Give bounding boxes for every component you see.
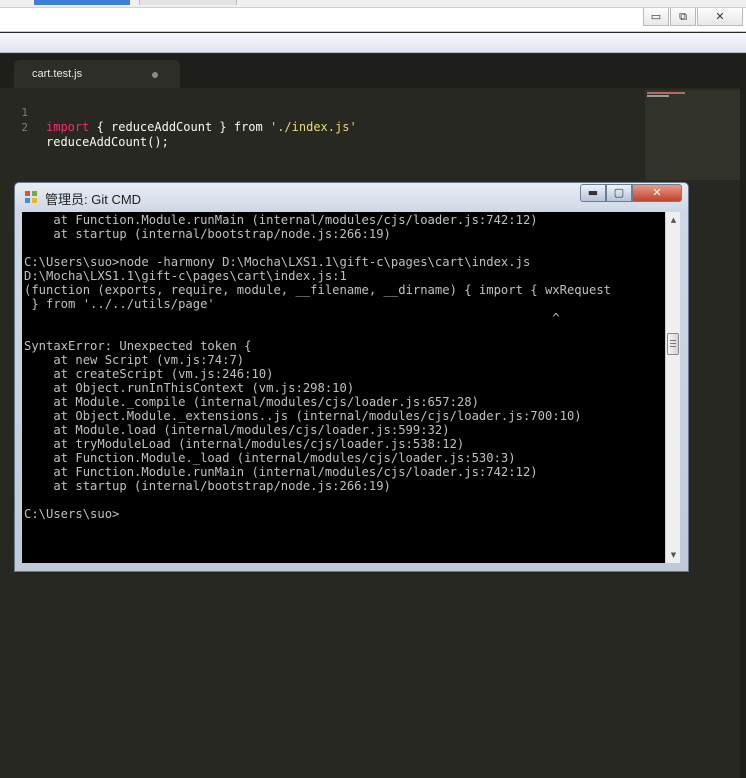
outer-restore-button[interactable]: ⧉: [670, 8, 696, 26]
console-scrollbar[interactable]: ▲ ▼: [665, 212, 680, 563]
git-cmd-title: 管理员: Git CMD: [45, 192, 142, 207]
cmd-close-button[interactable]: ✕: [632, 184, 682, 202]
outer-close-button[interactable]: ✕: [697, 8, 743, 26]
minimize-icon: ▬: [587, 186, 599, 199]
grip-line: [670, 343, 676, 344]
string-token: './index.js': [269, 120, 357, 134]
scroll-thumb[interactable]: [667, 333, 679, 355]
editor-tab-bar: cart.test.js: [0, 54, 746, 88]
close-icon: ✕: [715, 10, 725, 23]
top-tab-active[interactable]: [34, 0, 130, 5]
git-logo-icon: [25, 191, 37, 203]
cmd-minimize-button[interactable]: ▬: [580, 184, 606, 202]
line-number: 2: [21, 121, 28, 134]
unsaved-dot-icon[interactable]: [152, 72, 158, 78]
line-text: import { reduceAddCount } from './index.…: [46, 120, 357, 135]
outer-minimize-button[interactable]: ▭: [643, 8, 669, 26]
scroll-down-arrow-icon[interactable]: ▼: [666, 548, 681, 562]
code-line: 1 import { reduceAddCount } from './inde…: [0, 90, 740, 134]
console-output[interactable]: at Function.Module.runMain (internal/mod…: [22, 212, 665, 563]
code-line: 2 reduceAddCount();: [0, 105, 740, 149]
minimize-icon: ▭: [650, 10, 662, 23]
console-text: at Function.Module.runMain (internal/mod…: [24, 213, 611, 521]
plain-token: { reduceAddCount } from: [89, 120, 270, 134]
keyword-token: import: [46, 120, 90, 134]
git-cmd-titlebar[interactable]: 管理员: Git CMD ▬ ▢ ✕: [15, 183, 688, 211]
outer-menubar: [0, 33, 746, 53]
restore-icon: ⧉: [679, 10, 687, 23]
minimap-line: [647, 95, 669, 97]
outer-window-titlebar: ▭ ⧉ ✕: [0, 8, 746, 32]
maximize-icon: ▢: [613, 186, 625, 199]
top-tab-inactive[interactable]: [139, 0, 237, 5]
line-text: reduceAddCount();: [46, 135, 169, 149]
tab-cart-test-js[interactable]: cart.test.js: [14, 60, 180, 88]
git-cmd-window[interactable]: 管理员: Git CMD ▬ ▢ ✕ at Function.Module.ru…: [14, 182, 689, 572]
editor-scrollbar[interactable]: [740, 88, 746, 778]
top-tab-strip: [0, 0, 746, 8]
grip-line: [670, 340, 676, 341]
scroll-up-arrow-icon[interactable]: ▲: [666, 213, 681, 227]
grip-line: [670, 346, 676, 347]
minimap-line: [647, 92, 685, 94]
cmd-maximize-button[interactable]: ▢: [606, 184, 632, 202]
code-area[interactable]: 1 import { reduceAddCount } from './inde…: [0, 90, 740, 149]
close-icon: ✕: [652, 186, 662, 199]
minimap[interactable]: [645, 90, 740, 180]
tab-filename: cart.test.js: [32, 68, 83, 80]
